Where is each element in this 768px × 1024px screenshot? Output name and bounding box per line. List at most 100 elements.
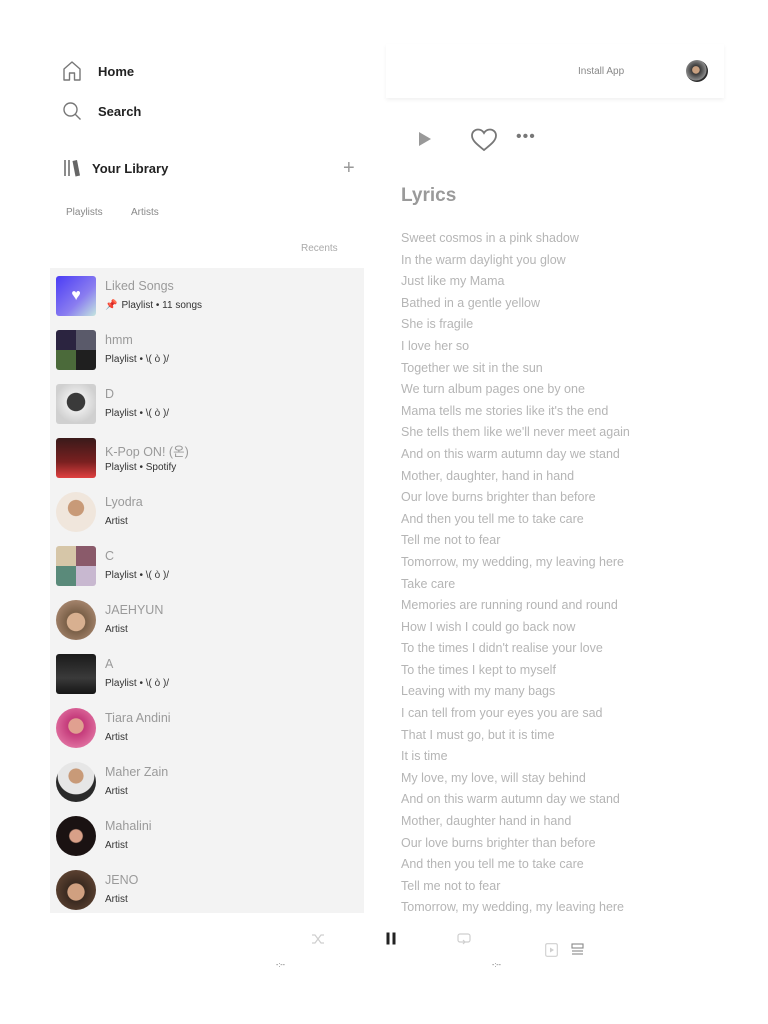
library-item-subtitle: Artist	[105, 894, 128, 905]
play-button[interactable]	[418, 131, 432, 152]
playlist-cover	[56, 384, 96, 424]
artist-avatar	[56, 816, 96, 856]
lyric-line: In the warm daylight you glow	[401, 252, 566, 267]
library-item-subtitle: Artist	[105, 786, 128, 797]
nav-home[interactable]: Home	[62, 60, 134, 82]
lyrics-body: Sweet cosmos in a pink shadow In the warm…	[401, 228, 661, 914]
lyric-line: Mother, daughter, hand in hand	[401, 468, 575, 483]
artist-avatar	[56, 870, 96, 910]
library-item-subtitle: Artist	[105, 732, 128, 743]
pin-icon: 📌	[105, 300, 118, 311]
lyric-line: Take care	[401, 576, 456, 591]
playlist-cover	[56, 330, 96, 370]
library-item[interactable]: Maher Zain Artist	[50, 754, 364, 808]
lyric-line: Tell me not to fear	[401, 533, 501, 548]
library-item[interactable]: JENO Artist	[50, 862, 364, 913]
library-item-title: hmm	[105, 333, 133, 347]
now-playing-icon	[545, 943, 558, 961]
library-item[interactable]: hmm Playlist • \( ò )/	[50, 322, 364, 376]
lyric-line: Mama tells me stories like it's the end	[401, 403, 609, 418]
library-item-title: JENO	[105, 873, 139, 887]
library-item-subtitle: Playlist • \( ò )/	[105, 678, 170, 689]
heart-outline-icon	[470, 128, 498, 157]
lyric-line: She tells them like we'll never meet aga…	[401, 425, 630, 440]
library-item[interactable]: ♥ Liked Songs 📌 Playlist • 11 songs	[50, 268, 364, 322]
library-item-title: Liked Songs	[105, 279, 174, 293]
now-playing-view-button[interactable]	[545, 943, 558, 962]
library-item-title: JAEHYUN	[105, 603, 164, 617]
library-item-subtitle: Playlist • \( ò )/	[105, 408, 170, 419]
artist-avatar	[56, 492, 96, 532]
pause-icon	[385, 932, 397, 949]
shuffle-button[interactable]	[311, 932, 325, 950]
queue-button[interactable]	[571, 943, 584, 961]
library-item[interactable]: Mahalini Artist	[50, 808, 364, 862]
top-bar	[386, 44, 724, 98]
library-item-title: A	[105, 657, 114, 671]
lyric-line: Our love burns brighter than before	[401, 490, 596, 505]
library-item-title: Mahalini	[105, 819, 152, 833]
library-item-subtitle: Playlist • \( ò )/	[105, 570, 170, 581]
library-item-subtitle: Artist	[105, 516, 128, 527]
lyric-line: Our love burns brighter than before	[401, 835, 596, 850]
user-avatar[interactable]	[686, 60, 708, 82]
more-options-icon[interactable]: •••	[516, 128, 536, 146]
artist-avatar	[56, 708, 96, 748]
lyric-line: Mother, daughter hand in hand	[401, 814, 572, 829]
library-item[interactable]: JAEHYUN Artist	[50, 592, 364, 646]
library-item-subtitle: Artist	[105, 624, 128, 635]
lyric-line: To the times I kept to myself	[401, 662, 556, 677]
duration-time: -:--	[492, 962, 501, 969]
lyric-line: And then you tell me to take care	[401, 511, 584, 526]
library-item[interactable]: D Playlist • \( ò )/	[50, 376, 364, 430]
lyric-line: It is time	[401, 749, 448, 764]
lyric-line: Tomorrow, my wedding, my leaving here	[401, 554, 625, 569]
lyrics-heading: Lyrics	[401, 185, 457, 206]
lyric-line: Bathed in a gentle yellow	[401, 295, 540, 310]
your-library-label: Your Library	[92, 160, 169, 176]
lyric-line: And on this warm autumn day we stand	[401, 792, 620, 807]
lyric-line: We turn album pages one by one	[401, 382, 585, 397]
lyric-line: Sweet cosmos in a pink shadow	[401, 231, 579, 245]
nav-search[interactable]: Search	[62, 101, 141, 121]
library-icon	[62, 158, 82, 178]
library-item[interactable]: K-Pop ON! (온) Playlist • Spotify	[50, 430, 364, 484]
lyric-line: That I must go, but it is time	[401, 727, 555, 742]
sort-recents[interactable]: Recents	[301, 243, 338, 254]
shuffle-icon	[311, 932, 325, 949]
library-item[interactable]: Tiara Andini Artist	[50, 700, 364, 754]
lyric-line: And on this warm autumn day we stand	[401, 446, 620, 461]
your-library-button[interactable]: Your Library	[62, 158, 168, 178]
elapsed-time: -:--	[276, 962, 285, 969]
playlist-cover	[56, 546, 96, 586]
pause-button[interactable]	[385, 932, 397, 950]
lyric-line: Tomorrow, my wedding, my leaving here	[401, 900, 625, 914]
library-item-subtitle-wrap: 📌 Playlist • 11 songs	[105, 300, 202, 311]
library-item-subtitle: Playlist • 11 songs	[121, 300, 203, 311]
lyric-line: I love her so	[401, 338, 470, 353]
heart-icon: ♥	[71, 287, 81, 304]
play-icon	[418, 132, 432, 151]
library-item[interactable]: A Playlist • \( ò )/	[50, 646, 364, 700]
lyric-line: Memories are running round and round	[401, 598, 618, 613]
filter-artists[interactable]: Artists	[131, 207, 159, 218]
home-icon	[62, 60, 82, 82]
repeat-button[interactable]	[457, 932, 471, 951]
install-app-link[interactable]: Install App	[578, 66, 624, 77]
library-list: ♥ Liked Songs 📌 Playlist • 11 songs hmm …	[50, 268, 364, 913]
playlist-cover	[56, 654, 96, 694]
repeat-icon	[457, 933, 471, 950]
library-item-subtitle: Playlist • Spotify	[105, 462, 177, 473]
lyric-line: I can tell from your eyes you are sad	[401, 706, 603, 721]
lyric-line: My love, my love, will stay behind	[401, 770, 586, 785]
queue-icon	[571, 943, 584, 960]
like-button[interactable]	[470, 127, 498, 158]
library-item[interactable]: Lyodra Artist	[50, 484, 364, 538]
library-item-subtitle: Playlist • \( ò )/	[105, 354, 170, 365]
filter-playlists[interactable]: Playlists	[66, 207, 103, 218]
library-item[interactable]: C Playlist • \( ò )/	[50, 538, 364, 592]
lyric-line: Just like my Mama	[401, 274, 505, 289]
library-item-title: C	[105, 549, 115, 563]
add-icon[interactable]: +	[343, 158, 355, 178]
nav-home-label: Home	[98, 63, 135, 79]
